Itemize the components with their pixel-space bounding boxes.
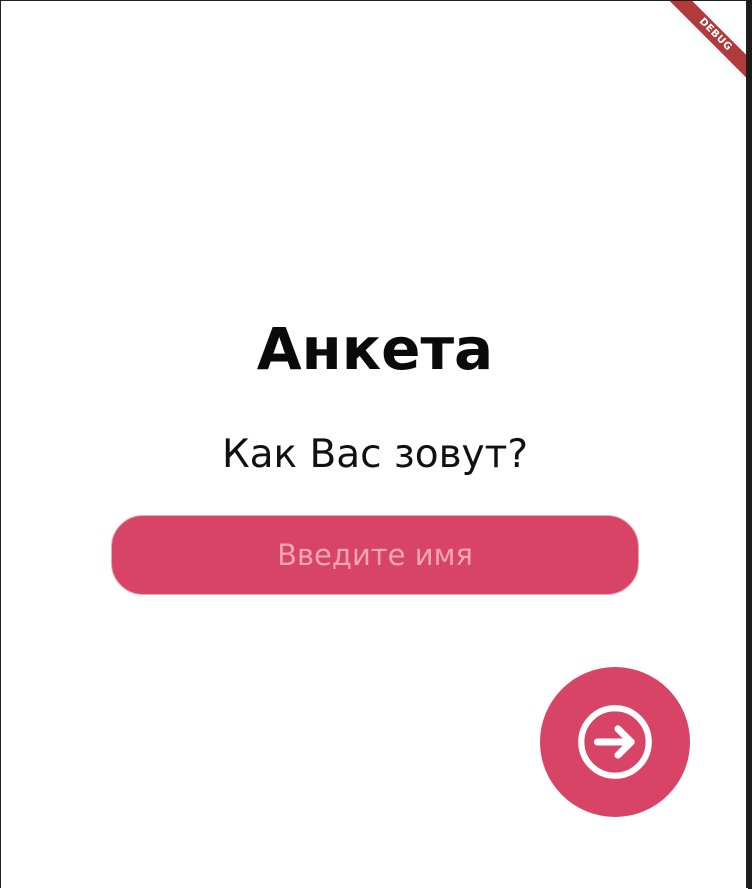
name-input[interactable] xyxy=(111,515,639,595)
page-title: Анкета xyxy=(256,315,494,383)
app-screen: DEBUG Анкета Как Вас зовут? xyxy=(0,0,748,888)
name-question: Как Вас зовут? xyxy=(221,432,529,477)
next-button[interactable] xyxy=(540,667,690,817)
debug-banner: DEBUG xyxy=(646,1,746,101)
debug-label: DEBUG xyxy=(663,1,746,87)
arrow-right-circle-icon xyxy=(578,705,652,779)
window-edge xyxy=(748,0,752,889)
